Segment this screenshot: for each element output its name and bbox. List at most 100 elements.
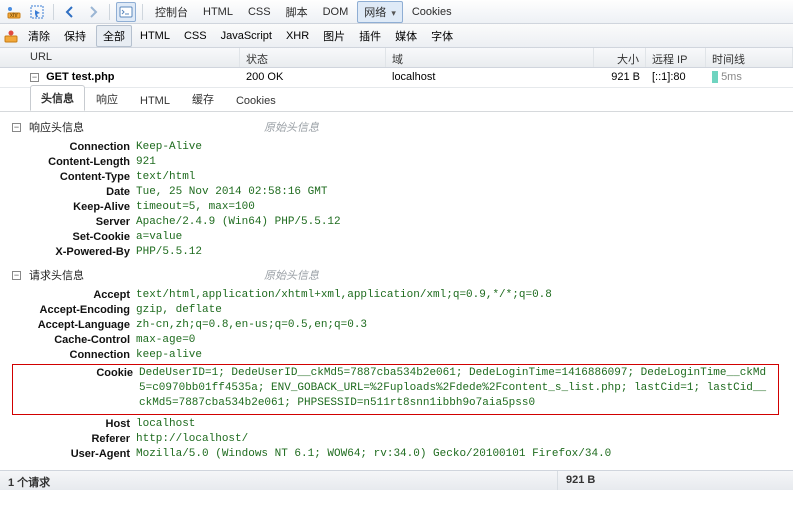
filter-xhr[interactable]: XHR — [280, 28, 315, 44]
header-value: PHP/5.5.12 — [136, 245, 785, 260]
subtab-cookies[interactable]: Cookies — [225, 90, 287, 111]
nav-forward-icon[interactable] — [83, 2, 103, 22]
clear-button[interactable]: 清除 — [22, 26, 56, 46]
subtab-headers[interactable]: 头信息 — [30, 85, 85, 111]
header-row: DateTue, 25 Nov 2014 02:58:16 GMT — [12, 185, 785, 200]
request-headers-list: Accepttext/html,application/xhtml+xml,ap… — [12, 288, 785, 462]
request-timeline: 5ms — [706, 68, 793, 87]
separator — [53, 4, 54, 20]
header-row: Refererhttp://localhost/ — [12, 432, 785, 447]
separator — [142, 4, 143, 20]
response-headers-list: ConnectionKeep-AliveContent-Length921Con… — [12, 140, 785, 260]
request-headers-group[interactable]: − 请求头信息 原始头信息 — [12, 266, 785, 284]
header-row: ConnectionKeep-Alive — [12, 140, 785, 155]
header-row: Content-Typetext/html — [12, 170, 785, 185]
filter-media[interactable]: 媒体 — [389, 26, 423, 46]
col-ip[interactable]: 远程 IP — [646, 48, 706, 67]
header-name: Accept — [12, 288, 136, 303]
collapse-icon[interactable]: − — [12, 123, 21, 132]
status-bar: 1 个请求 921 B — [0, 470, 793, 490]
header-row: Accept-Languagezh-cn,zh;q=0.8,en-us;q=0.… — [12, 318, 785, 333]
persist-button[interactable]: 保持 — [58, 26, 92, 46]
header-value: a=value — [136, 230, 785, 245]
header-name: Date — [12, 185, 136, 200]
header-row: Set-Cookiea=value — [12, 230, 785, 245]
collapse-icon[interactable]: − — [30, 73, 39, 82]
col-url[interactable]: URL — [0, 48, 240, 67]
separator — [109, 4, 110, 20]
response-headers-label: 响应头信息 — [29, 119, 84, 135]
header-name: Connection — [12, 348, 136, 363]
col-domain[interactable]: 域 — [386, 48, 594, 67]
header-value: localhost — [136, 417, 785, 432]
header-value: gzip, deflate — [136, 303, 785, 318]
header-value: Keep-Alive — [136, 140, 785, 155]
filter-html[interactable]: HTML — [134, 28, 176, 44]
request-row[interactable]: − GET test.php 200 OK localhost 921 B [:… — [0, 68, 793, 88]
header-name: Content-Length — [12, 155, 136, 170]
panel-select-icon[interactable] — [27, 2, 47, 22]
filter-fonts[interactable]: 字体 — [425, 26, 459, 46]
header-name: Set-Cookie — [12, 230, 136, 245]
tab-script[interactable]: 脚本 — [280, 2, 314, 22]
header-row: Hostlocalhost — [12, 417, 785, 432]
header-value: Tue, 25 Nov 2014 02:58:16 GMT — [136, 185, 785, 200]
request-method-url: GET test.php — [46, 71, 114, 83]
tab-cookies[interactable]: Cookies — [406, 4, 458, 20]
request-grid-header: URL 状态 域 大小 远程 IP 时间线 — [0, 48, 793, 68]
header-value: max-age=0 — [136, 333, 785, 348]
subtab-html[interactable]: HTML — [129, 90, 181, 111]
nav-back-icon[interactable] — [60, 2, 80, 22]
header-value: http://localhost/ — [136, 432, 785, 447]
raw-headers-link[interactable]: 原始头信息 — [264, 119, 319, 135]
header-name: Content-Type — [12, 170, 136, 185]
filter-css[interactable]: CSS — [178, 28, 213, 44]
col-size[interactable]: 大小 — [594, 48, 646, 67]
main-toolbar: xhr 控制台 HTML CSS 脚本 DOM 网络 ▾ Cookies — [0, 0, 793, 24]
header-name: Connection — [12, 140, 136, 155]
col-timeline[interactable]: 时间线 — [706, 48, 793, 67]
header-row: X-Powered-ByPHP/5.5.12 — [12, 245, 785, 260]
svg-text:xhr: xhr — [10, 13, 18, 19]
filter-toolbar: 清除 保持 全部 HTML CSS JavaScript XHR 图片 插件 媒… — [0, 24, 793, 48]
header-name: Cookie — [15, 366, 139, 381]
header-name: Server — [12, 215, 136, 230]
filter-js[interactable]: JavaScript — [215, 28, 278, 44]
header-value: DedeUserID=1; DedeUserID__ckMd5=7887cba5… — [139, 366, 776, 411]
tab-html[interactable]: HTML — [197, 4, 239, 20]
filter-images[interactable]: 图片 — [317, 26, 351, 46]
tab-console[interactable]: 控制台 — [149, 2, 194, 22]
header-name: Referer — [12, 432, 136, 447]
subtab-cache[interactable]: 缓存 — [181, 86, 225, 111]
col-status[interactable]: 状态 — [240, 48, 386, 67]
request-size: 921 B — [594, 68, 646, 87]
tab-dom[interactable]: DOM — [317, 4, 355, 20]
header-row: CookieDedeUserID=1; DedeUserID__ckMd5=78… — [15, 366, 776, 411]
header-name: X-Powered-By — [12, 245, 136, 260]
break-on-xhr-icon[interactable] — [4, 29, 18, 43]
tab-css[interactable]: CSS — [242, 4, 277, 20]
tab-network-label: 网络 — [364, 7, 386, 19]
filter-all[interactable]: 全部 — [96, 25, 132, 47]
collapse-icon[interactable]: − — [12, 271, 21, 280]
header-name: User-Agent — [12, 447, 136, 462]
header-value: timeout=5, max=100 — [136, 200, 785, 215]
header-name: Accept-Encoding — [12, 303, 136, 318]
chevron-down-icon[interactable]: ▾ — [391, 8, 396, 18]
header-row: ServerApache/2.4.9 (Win64) PHP/5.5.12 — [12, 215, 785, 230]
status-size: 921 B — [558, 471, 793, 490]
subtab-response[interactable]: 响应 — [85, 86, 129, 111]
filter-plugins[interactable]: 插件 — [353, 26, 387, 46]
cookie-highlight-box: CookieDedeUserID=1; DedeUserID__ckMd5=78… — [12, 364, 779, 415]
header-row: Accepttext/html,application/xhtml+xml,ap… — [12, 288, 785, 303]
xhr-break-icon[interactable]: xhr — [4, 2, 24, 22]
header-name: Keep-Alive — [12, 200, 136, 215]
header-row: Keep-Alivetimeout=5, max=100 — [12, 200, 785, 215]
header-value: Apache/2.4.9 (Win64) PHP/5.5.12 — [136, 215, 785, 230]
tab-network[interactable]: 网络 ▾ — [357, 1, 403, 23]
header-value: text/html,application/xhtml+xml,applicat… — [136, 288, 785, 303]
detail-subtabs: 头信息 响应 HTML 缓存 Cookies — [0, 88, 793, 112]
response-headers-group[interactable]: − 响应头信息 原始头信息 — [12, 118, 785, 136]
console-toggle-icon[interactable] — [116, 2, 136, 22]
raw-headers-link[interactable]: 原始头信息 — [264, 267, 319, 283]
